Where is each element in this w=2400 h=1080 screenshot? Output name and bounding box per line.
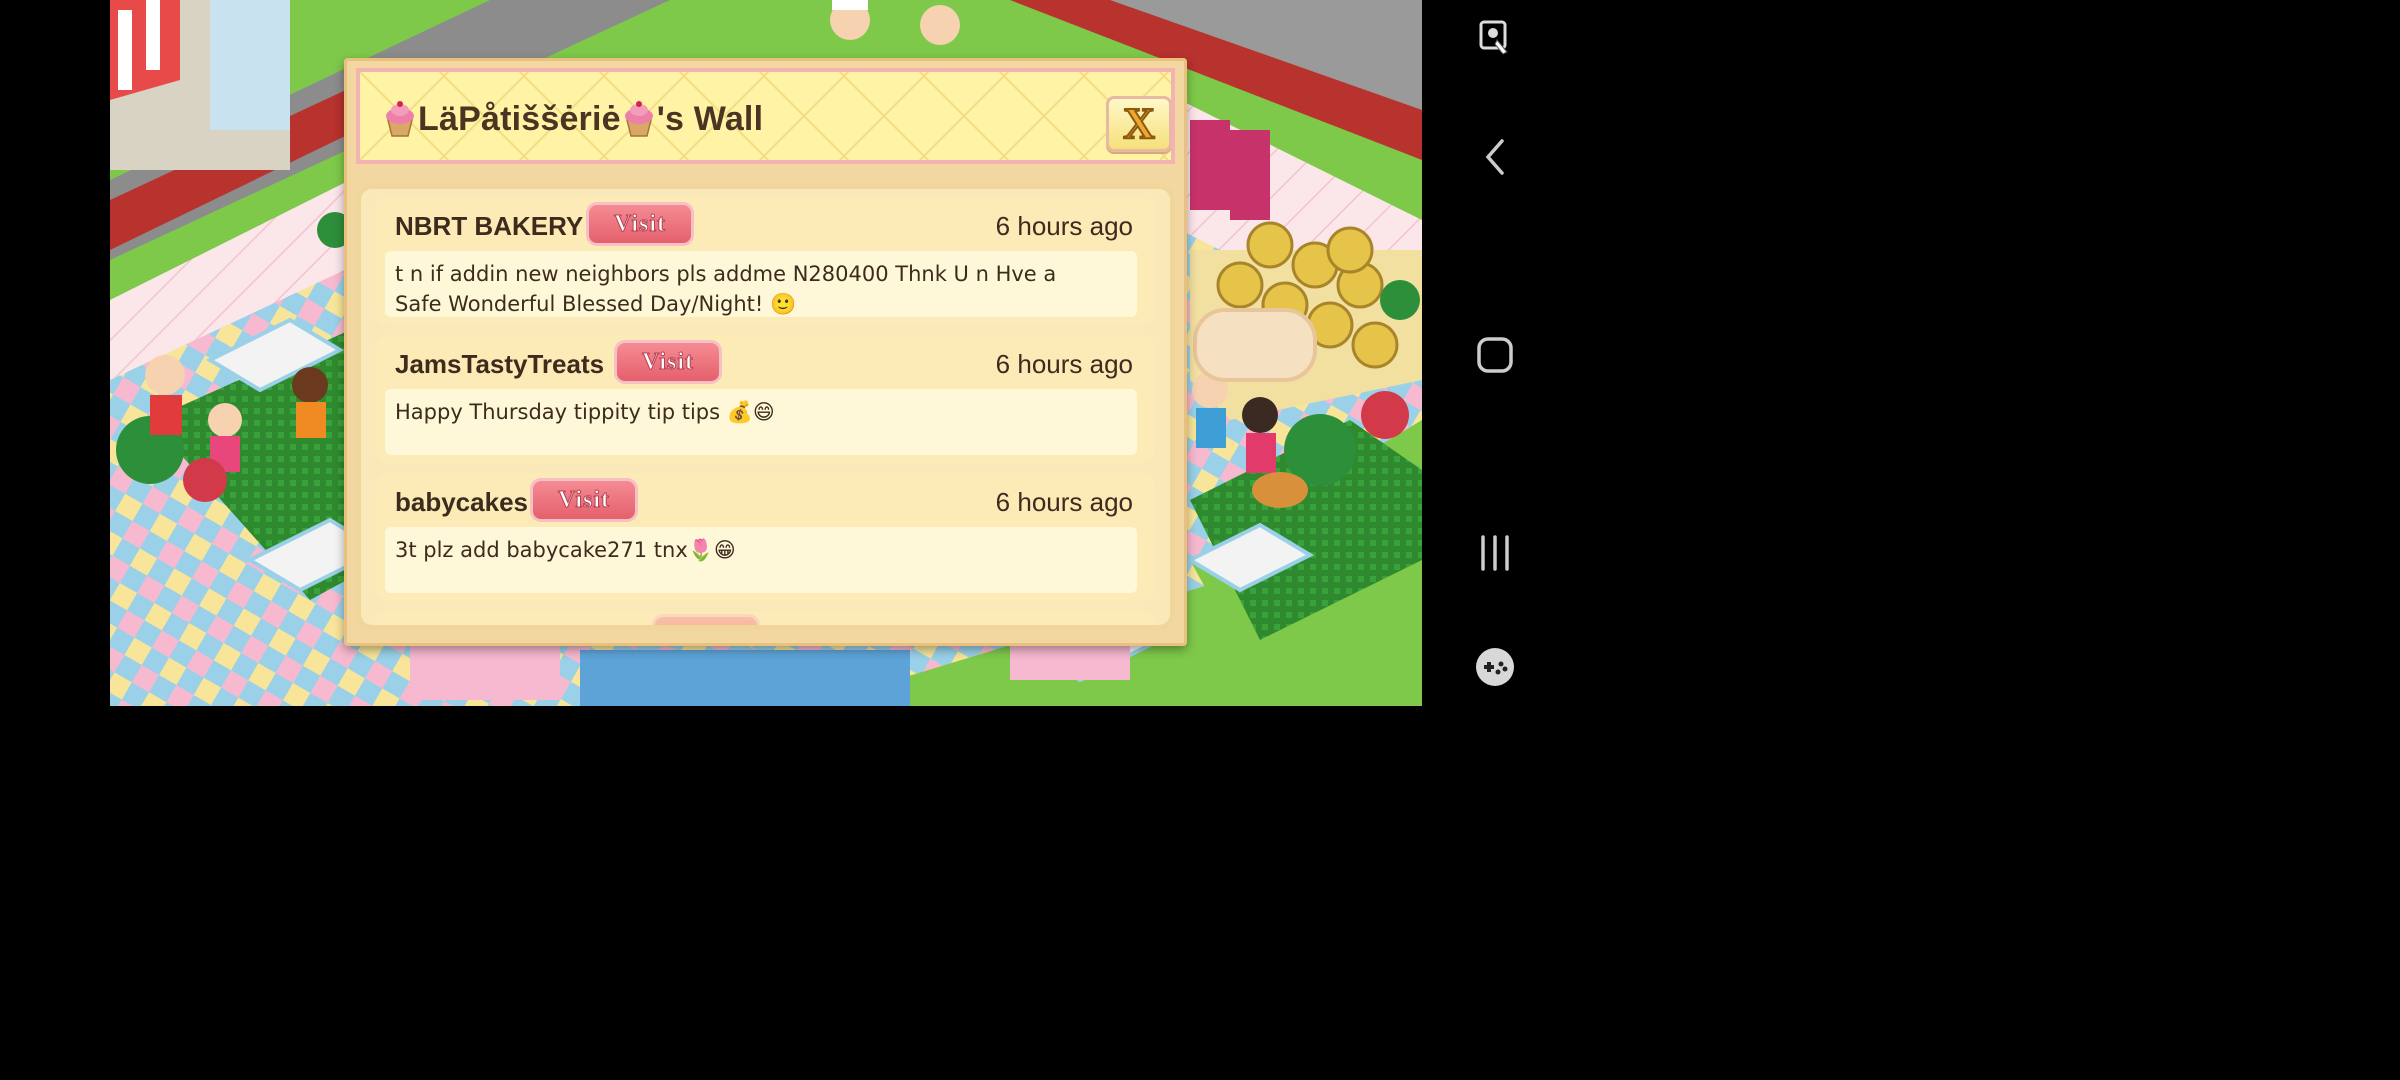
post-message-line: Happy Thursday tippity tip tips 💰😄 [395,400,775,424]
cupcake-icon [624,101,653,137]
post-author: babycakes [395,487,528,517]
post-message: t n if addin new neighbors pls addme N28… [395,259,1135,319]
post-time: 6 hours ago [995,487,1133,517]
accessibility-icon[interactable] [1465,8,1525,68]
visit-button[interactable] [655,617,757,625]
post-author: NBRT BAKERY [395,211,584,241]
visit-label: Visit [641,348,695,375]
wall-post: NBRT BAKERY Visit 6 hours ago t n if add… [375,197,1155,325]
cupcake-icon [386,101,414,137]
wall-post: babycakes Visit 6 hours ago 3t plz add b… [375,473,1155,601]
recents-icon[interactable] [1465,523,1525,583]
post-time: 6 hours ago [995,211,1133,241]
home-icon[interactable] [1465,325,1525,385]
visit-button[interactable]: Visit [617,343,719,381]
visit-label: Visit [557,486,611,513]
wall-posts-frame: NBRT BAKERY Visit 6 hours ago t n if add… [356,184,1175,630]
post-message-line: t n if addin new neighbors pls addme N28… [395,262,1057,286]
post-message: Happy Thursday tippity tip tips 💰😄 [395,397,1135,427]
back-icon[interactable] [1465,127,1525,187]
post-message-box: t n if addin new neighbors pls addme N28… [385,251,1137,317]
game-tools-icon[interactable] [1465,637,1525,697]
title-suffix: 's Wall [656,99,764,138]
post-message-box: Happy Thursday tippity tip tips 💰😄 [385,389,1137,455]
post-time: 6 hours ago [995,349,1133,379]
post-author: JamsTastyTreats [395,349,605,379]
visit-button[interactable]: Visit [533,481,635,519]
post-message-line: Safe Wonderful Blessed Day/Night! 🙂 [395,292,797,316]
system-nav-bar [1422,0,1568,706]
wall-post: JamsTastyTreats Visit 6 hours ago Happy … [375,335,1155,463]
visit-button[interactable]: Visit [589,205,691,243]
post-message-box: 3t plz add babycake271 tnx🌷😁 [385,527,1137,593]
visit-label: Visit [613,210,667,237]
post-message: 3t plz add babycake271 tnx🌷😁 [395,535,1135,565]
wall-posts-list[interactable]: NBRT BAKERY Visit 6 hours ago t n if add… [375,197,1155,625]
title-name: LäPåtiššėriė [418,99,621,138]
post-message-line: 3t plz add babycake271 tnx🌷😁 [395,538,736,562]
close-icon: X [1122,99,1156,148]
wall-post-partial [375,611,1155,625]
dialog-title: LäPåtiššėriė 's Wall [382,96,763,142]
close-button[interactable]: X [1106,96,1171,152]
dialog-header: LäPåtiššėriė 's Wall X [356,68,1175,164]
wall-dialog: LäPåtiššėriė 's Wall X NBRT BAKERY Visit… [344,58,1187,646]
